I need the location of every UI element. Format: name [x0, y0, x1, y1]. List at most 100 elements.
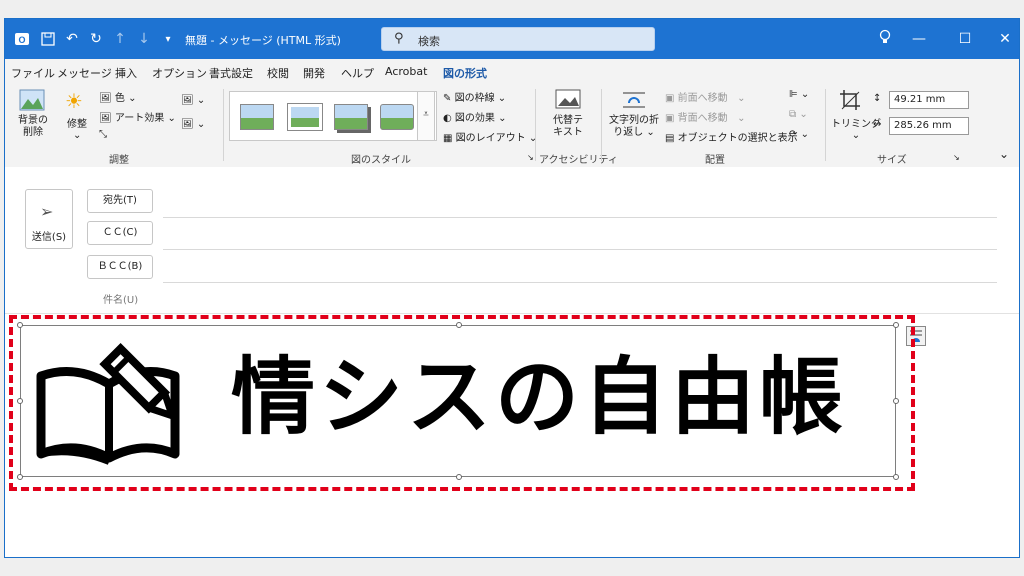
separator — [601, 89, 602, 161]
selection-pane-button[interactable]: ▤ オブジェクトの選択と表示 — [665, 129, 798, 144]
corrections-button[interactable]: 修整 ⌄ — [67, 115, 87, 141]
art-effects-label: アート効果 — [114, 113, 165, 124]
bcc-field[interactable] — [163, 282, 997, 283]
compose-area: ➢ 送信(S) 宛先(T) ＣＣ(C) ＢＣＣ(B) 件名(U) 情シスの自由帳 — [5, 167, 1019, 557]
align-button[interactable]: ⊫ ⌄ — [789, 89, 809, 100]
tab-picture-format[interactable]: 図の形式 — [443, 65, 487, 85]
picture-border-icon: ✎ — [443, 93, 452, 104]
alt-text-label-1: 代替テ — [553, 115, 583, 126]
separator — [825, 89, 826, 161]
tab-options[interactable]: オプション — [152, 65, 207, 81]
align-icon: ⊫ — [789, 89, 798, 100]
picture-layout-icon: ▦ — [443, 133, 453, 144]
remove-background-icon — [19, 89, 47, 111]
height-input[interactable]: 49.21 mm — [889, 91, 969, 109]
picture-layout-button[interactable]: ▦ 図のレイアウト ⌄ — [443, 129, 537, 144]
picture-effects-icon: ◐ — [443, 113, 452, 124]
window-title: 無題 - メッセージ (HTML 形式) — [185, 34, 341, 47]
alt-text-button[interactable]: 代替テ キスト — [553, 115, 583, 139]
remove-background-button[interactable]: 背景の削除 — [17, 115, 49, 139]
tab-insert[interactable]: 挿入 — [115, 65, 137, 81]
art-effects-icon: 🖼 — [99, 112, 112, 124]
alt-text-icon — [555, 89, 581, 114]
selection-pane-label: オブジェクトの選択と表示 — [677, 133, 798, 144]
undo-icon[interactable]: ↶ — [63, 30, 81, 48]
up-arrow-icon[interactable]: ↑ — [111, 30, 129, 48]
send-backward-label: 背面へ移動 — [677, 113, 728, 124]
compress-pictures-button[interactable]: ⤡ — [99, 129, 107, 140]
send-icon: ➢ — [40, 202, 54, 221]
color-button[interactable]: 🖼 色 ⌄ — [99, 89, 136, 105]
wrap-text-label-2: り返し — [613, 127, 644, 138]
tab-help[interactable]: ヘルプ — [341, 65, 374, 81]
picture-layout-label: 図のレイアウト — [455, 133, 526, 144]
width-icon: ↔ — [873, 119, 882, 130]
group-icon: ⧉ — [789, 109, 797, 120]
art-effects-button[interactable]: 🖼 アート効果 ⌄ — [99, 109, 176, 125]
group-label-arrange: 配置 — [705, 155, 725, 166]
change-picture-icon: 🖼 — [181, 95, 194, 106]
separator — [223, 89, 224, 161]
width-value: 285.26 mm — [894, 120, 952, 131]
picture-styles-gallery[interactable] — [229, 91, 437, 141]
redo-icon[interactable]: ↻ — [87, 30, 105, 48]
reset-picture-icon: 🖼 — [181, 119, 194, 130]
bring-forward-icon: ▣ — [665, 93, 675, 104]
title-bar: O ↶ ↻ ↑ ↓ ▾ 無題 - メッセージ (HTML 形式) ⚲ 検索 — … — [5, 19, 1019, 59]
lightbulb-icon[interactable] — [875, 29, 895, 49]
close-button[interactable]: ✕ — [995, 29, 1015, 49]
style-thumb-3[interactable] — [334, 104, 368, 130]
bcc-button[interactable]: ＢＣＣ(B) — [87, 255, 153, 279]
subject-label: 件名(U) — [103, 295, 139, 306]
collapse-ribbon-icon[interactable]: ⌄ — [999, 147, 1009, 161]
height-icon: ↕ — [873, 93, 882, 104]
group-button[interactable]: ⧉ ⌄ — [789, 109, 808, 120]
send-label: 送信(S) — [31, 232, 67, 243]
styles-more-button[interactable]: ⩡ — [417, 91, 435, 141]
down-arrow-icon[interactable]: ↓ — [135, 30, 153, 48]
cc-field[interactable] — [163, 249, 997, 250]
customize-toolbar-icon[interactable]: ▾ — [159, 30, 177, 48]
style-thumb-2[interactable] — [287, 103, 323, 131]
compress-icon: ⤡ — [99, 129, 107, 140]
tab-review[interactable]: 校閲 — [267, 65, 289, 81]
minimize-button[interactable]: — — [909, 29, 929, 49]
save-icon[interactable] — [39, 30, 57, 48]
rotate-icon: ⟳ — [789, 129, 798, 140]
size-dialog-launcher-icon[interactable]: ↘ — [953, 153, 960, 162]
send-button[interactable]: ➢ 送信(S) — [25, 189, 73, 249]
rotate-button[interactable]: ⟳ ⌄ — [789, 129, 809, 140]
wrap-text-button[interactable]: 文字列の折 り返し ⌄ — [609, 115, 659, 139]
maximize-button[interactable]: ☐ — [955, 29, 975, 49]
send-backward-icon: ▣ — [665, 113, 675, 124]
cc-button[interactable]: ＣＣ(C) — [87, 221, 153, 245]
picture-border-button[interactable]: ✎ 図の枠線 ⌄ — [443, 89, 506, 104]
width-input[interactable]: 285.26 mm — [889, 117, 969, 135]
outlook-app-icon: O — [13, 30, 31, 48]
tab-format-text[interactable]: 書式設定 — [209, 65, 253, 81]
tab-file[interactable]: ファイル — [11, 65, 55, 81]
remove-background-label: 背景の削除 — [18, 115, 48, 138]
alt-text-label-2: キスト — [553, 127, 583, 138]
ribbon: 背景の削除 ☀ 修整 ⌄ 🖼 色 ⌄ 🖼 アート効果 ⌄ ⤡ 🖼 ⌄ 🖼 ⌄ 調整… — [5, 83, 1019, 168]
tab-acrobat[interactable]: Acrobat — [385, 65, 427, 78]
to-field[interactable] — [163, 217, 997, 218]
dialog-launcher-icon[interactable]: ↘ — [527, 153, 534, 162]
reset-picture-button[interactable]: 🖼 ⌄ — [181, 119, 205, 130]
bring-forward-button[interactable]: ▣ 前面へ移動 ⌄ — [665, 89, 746, 104]
search-box[interactable]: ⚲ 検索 — [381, 27, 655, 51]
search-placeholder: 検索 — [418, 35, 440, 48]
picture-effects-label: 図の効果 — [454, 113, 495, 124]
send-backward-button[interactable]: ▣ 背面へ移動 ⌄ — [665, 109, 746, 124]
group-label-picture-styles: 図のスタイル — [351, 155, 411, 166]
outlook-compose-window: O ↶ ↻ ↑ ↓ ▾ 無題 - メッセージ (HTML 形式) ⚲ 検索 — … — [4, 18, 1020, 558]
to-button[interactable]: 宛先(T) — [87, 189, 153, 213]
group-label-accessibility: アクセシビリティ — [539, 155, 618, 166]
picture-effects-button[interactable]: ◐ 図の効果 ⌄ — [443, 109, 506, 124]
bring-forward-label: 前面へ移動 — [677, 93, 728, 104]
tab-message[interactable]: メッセージ — [57, 65, 112, 81]
style-thumb-4[interactable] — [380, 104, 414, 130]
change-picture-button[interactable]: 🖼 ⌄ — [181, 95, 205, 106]
tab-developer[interactable]: 開発 — [303, 65, 325, 81]
style-thumb-1[interactable] — [240, 104, 274, 130]
